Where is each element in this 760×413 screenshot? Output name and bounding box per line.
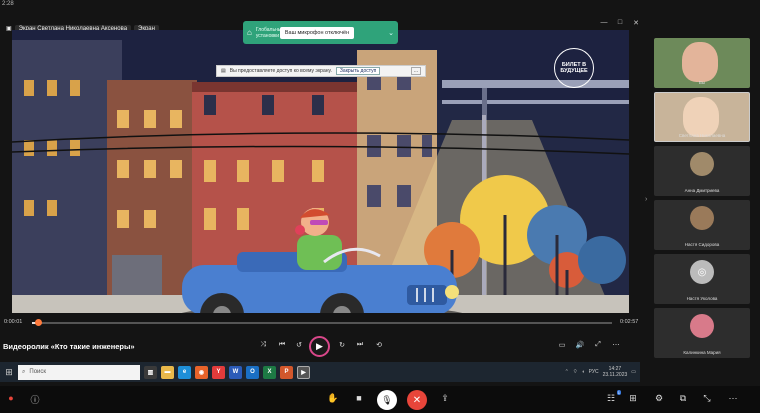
end-call-icon: ✕ [412,394,422,406]
screen-icon: ▣ [6,26,12,32]
current-time: 0:00:01 [4,319,23,325]
share-icon: ▤ [221,68,226,74]
fullscreen-exit-icon[interactable]: ⤡ [700,393,714,404]
screen-share-icon[interactable]: ⇪ [438,393,452,404]
participant-tile-self[interactable]: Вы [654,38,750,88]
toast-label: Глобальные установки [255,26,285,39]
clock-date: 23.11.2023 [602,372,628,378]
record-icon[interactable]: ● [4,393,18,403]
file-explorer-icon[interactable]: ▬ [161,365,174,379]
windows-start-icon[interactable]: ⊞ [2,367,16,378]
notifications-icon[interactable]: ▭ [631,369,636,375]
participant-tile[interactable]: Анна Дмитриева [654,146,750,196]
yandex-icon[interactable]: Y [212,365,225,379]
more-options-icon[interactable]: ⋯ [726,393,740,404]
screen-share-notice: ▤ Вы предоставляете доступ ко всему экра… [216,65,426,77]
play-button[interactable]: ▶ [309,336,330,357]
hide-notice-button[interactable]: ... [410,67,421,75]
previous-icon[interactable]: ⏮ [275,341,289,349]
participant-name: Светлана Николаевна [678,133,726,138]
excel-icon[interactable]: X [263,365,276,379]
more-icon[interactable]: ⋯ [609,341,623,349]
participant-tile-presenter[interactable]: Светлана Николаевна [654,92,750,142]
participant-video [683,97,719,137]
logo-text: БИЛЕТ В БУДУЩЕЕ [560,62,588,74]
avatar [690,314,714,338]
chevron-right-icon[interactable]: › [645,196,647,203]
fullscreen-icon[interactable]: ⤢ [591,341,605,349]
video-progress-row: 0:00:01 0:02:57 [0,317,640,329]
taskbar-search-input[interactable]: ⌕ Поиск [18,364,140,380]
participants-icon[interactable]: ☷ 1 [604,390,621,404]
system-tray: ⌃ ⌔ ◖ РУС 14:27 23.11.2023 ▭ [565,366,640,378]
status-time: 2:28 [2,1,14,7]
end-call-button[interactable]: ✕ [407,390,427,410]
participant-name: Анна Дмитриева [684,188,720,193]
toast-message: Ваш микрофон отключён [279,26,355,39]
settings-icon[interactable]: ⚙ [652,393,666,404]
firefox-icon[interactable]: ◉ [195,365,208,379]
search-icon: ⌕ [22,368,26,375]
network-icon[interactable]: ⌔ [573,369,578,375]
word-icon[interactable]: W [229,365,242,379]
close-icon[interactable]: ✕ [630,19,642,27]
windows-taskbar: ⊞ ⌕ Поиск ▥ ▬ e ◉ Y W O X P ▶ ⌃ ⌔ ◖ РУС … [0,362,640,382]
stop-sharing-button[interactable]: Закрыть доступ [335,67,381,75]
grid-view-icon[interactable]: ⊞ [626,393,640,404]
video-title: Видеоролик «Кто такие инженеры» [3,342,135,351]
microphone-off-icon: 🎙 [381,394,393,405]
volume-icon[interactable]: 🔊 [573,341,587,349]
media-player-icon[interactable]: ▶ [297,365,310,379]
chat-badge: 1 [616,390,621,395]
participant-name: Настя Сидорова [684,242,720,247]
edge-icon[interactable]: e [178,365,191,379]
progress-track[interactable] [32,322,612,324]
next-icon[interactable]: ⏭ [353,341,367,349]
shuffle-icon[interactable]: ⤨ [256,341,270,349]
powerpoint-icon[interactable]: P [280,365,293,379]
participant-name: Вы [698,80,706,85]
search-placeholder: Поиск [29,369,47,375]
camera-off-icon[interactable]: ■ [352,393,366,403]
miniplayer-icon[interactable]: ▭ [555,341,569,349]
participant-name: Калинкина Мария [683,350,721,355]
participant-tile[interactable]: Калинкина Мария [654,308,750,358]
share-message: Вы предоставляете доступ ко всему экрану… [229,68,332,74]
meeting-window: 2:28 ▣ Экран Светлана Николаевна Аксенов… [0,0,760,413]
chevron-down-icon[interactable]: ⌄ [388,29,394,37]
progress-knob[interactable] [34,319,42,326]
avatar [690,206,714,230]
camera-icon: ◎ [690,260,714,284]
info-icon[interactable]: ⓘ [28,393,42,406]
outlook-icon[interactable]: O [246,365,259,379]
repeat-icon[interactable]: ⟲ [372,341,386,349]
microphone-button[interactable]: 🎙 [377,390,397,410]
participant-tile[interactable]: ◎ Настя Уколова [654,254,750,304]
mic-muted-toast[interactable]: ⌂ Глобальные установки Ваш микрофон откл… [243,21,398,44]
taskbar-clock[interactable]: 14:27 23.11.2023 [603,366,628,378]
chevron-up-icon[interactable]: ⌃ [565,369,569,375]
play-icon: ▶ [316,341,323,351]
participant-tile[interactable]: Настя Сидорова [654,200,750,250]
forward-icon[interactable]: ↻ [335,341,349,349]
raise-hand-icon[interactable]: ✋ [326,393,340,404]
pip-icon[interactable]: ⧉ [676,393,690,404]
bilet-v-budushchee-logo: БИЛЕТ В БУДУЩЕЕ [554,48,594,88]
rewind-icon[interactable]: ↺ [292,341,306,349]
total-time: 0:02:57 [620,319,639,325]
language-indicator[interactable]: РУС [589,369,599,375]
participant-name: Настя Уколова [686,296,718,301]
maximize-icon[interactable]: □ [614,19,626,26]
task-view-icon[interactable]: ▥ [144,365,157,379]
speaker-icon[interactable]: ◖ [582,369,585,375]
minimize-icon[interactable]: — [598,19,610,26]
home-icon: ⌂ [247,28,252,37]
participant-video [682,42,718,82]
avatar [690,152,714,176]
